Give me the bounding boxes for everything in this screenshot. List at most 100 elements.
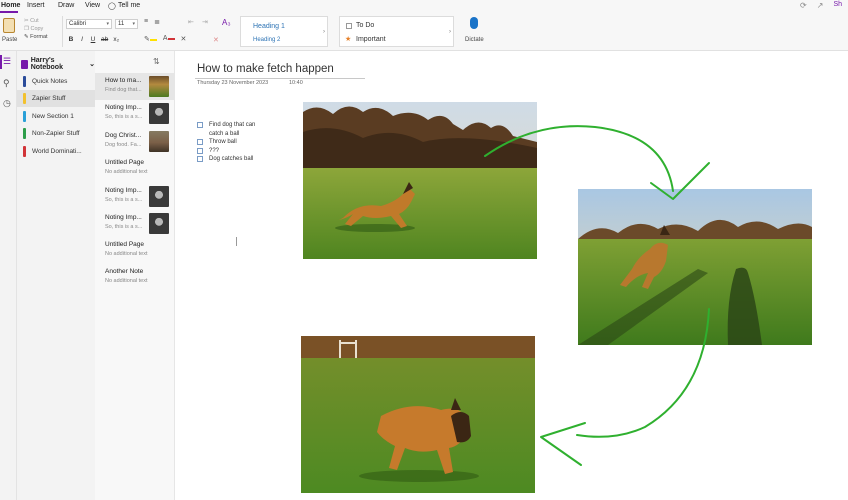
star-icon: ★ — [345, 36, 352, 43]
page-title-label: Untitled Page — [105, 241, 145, 248]
page-snippet: No additional text — [105, 169, 148, 175]
font-name-value: Calibri — [69, 21, 87, 27]
page-thumbnail — [149, 213, 169, 234]
todo-checkbox[interactable] — [197, 122, 203, 128]
checkbox-icon — [346, 23, 352, 29]
page-canvas[interactable]: How to make fetch happen Thursday 23 Nov… — [175, 51, 848, 500]
format-painter-button[interactable]: ✎ Format — [24, 33, 48, 41]
font-name-select[interactable]: Calibri ▾ — [66, 19, 112, 29]
numbered-list-icon[interactable]: ≣ — [154, 18, 160, 26]
sync-icon[interactable]: ⟳ — [800, 1, 807, 10]
todo-list: Find dog that can catch a ball Throw bal… — [197, 121, 255, 164]
section-zapier-stuff[interactable]: Zapier Stuff — [17, 90, 95, 107]
search-icon[interactable]: ⚲ — [3, 78, 10, 89]
section-color-tab — [23, 146, 26, 157]
tab-home[interactable]: Home — [1, 2, 20, 9]
page-item-noting-imp[interactable]: Noting Imp... So, this is a s... — [95, 210, 175, 237]
chevron-down-icon: ▾ — [106, 21, 109, 27]
menu-bar: Home Insert Draw View ◯ Tell me ⟳ ↗ Sh — [0, 0, 848, 13]
styles-icon[interactable]: A₃ — [222, 18, 231, 27]
page-snippet: So, this is a s... — [105, 224, 143, 230]
dog-running-closeup-photo[interactable] — [301, 336, 535, 493]
notebooks-icon[interactable]: ☰ — [3, 56, 11, 67]
outdent-icon[interactable]: ⇤ — [188, 18, 194, 26]
page-item-untitled[interactable]: Untitled Page No additional text — [95, 237, 175, 264]
page-item-how-to-make[interactable]: How to ma... Find dog that... — [95, 73, 175, 100]
section-color-tab — [23, 76, 26, 87]
font-color-icon[interactable]: A — [163, 35, 175, 43]
tag-to-do[interactable]: To Do — [356, 22, 374, 29]
copy-button[interactable]: ❐ Copy — [24, 25, 48, 33]
page-title[interactable]: How to make fetch happen — [197, 63, 334, 75]
page-item-dog-christ[interactable]: Dog Christ... Dog food. Fa... — [95, 128, 175, 155]
chevron-right-icon[interactable]: › — [449, 29, 451, 35]
page-thumbnail — [149, 103, 169, 124]
section-quick-notes[interactable]: Quick Notes — [17, 73, 95, 90]
share-button[interactable]: Sh — [833, 1, 842, 10]
cut-button[interactable]: ✂ Cut — [24, 17, 48, 25]
page-thumbnail — [149, 186, 169, 207]
notebook-name: Harry's Notebook — [30, 57, 63, 71]
clipboard-icon[interactable] — [3, 18, 15, 33]
fullscreen-icon[interactable]: ↗ — [817, 1, 824, 10]
page-snippet: Find dog that... — [105, 87, 142, 93]
tags-gallery[interactable]: To Do ★ Important › — [339, 16, 454, 47]
page-thumbnail — [149, 131, 169, 152]
section-color-tab — [23, 93, 26, 104]
strikethrough-button[interactable]: ab — [101, 36, 108, 43]
indent-icon[interactable]: ⇥ — [202, 18, 208, 26]
todo-item: Find dog that can — [197, 121, 255, 130]
dictate-button[interactable]: Dictate — [465, 37, 484, 43]
section-new-section-1[interactable]: New Section 1 — [17, 108, 95, 125]
tab-draw[interactable]: Draw — [58, 2, 74, 9]
section-world-domination[interactable]: World Dominati... — [17, 143, 95, 160]
paste-button[interactable]: Paste — [2, 37, 17, 43]
todo-checkbox[interactable] — [197, 156, 203, 162]
tab-view[interactable]: View — [85, 2, 100, 9]
page-item-noting-imp[interactable]: Noting Imp... So, this is a s... — [95, 100, 175, 127]
section-non-zapier-stuff[interactable]: Non-Zapier Stuff — [17, 125, 95, 142]
copy-label: Copy — [30, 26, 44, 32]
section-label: Zapier Stuff — [32, 95, 66, 102]
subscript-button[interactable]: x₂ — [113, 36, 119, 43]
divider — [62, 16, 63, 47]
tag-important[interactable]: Important — [356, 36, 386, 43]
section-label: Quick Notes — [32, 78, 68, 85]
page-item-noting-imp[interactable]: Noting Imp... So, this is a s... — [95, 183, 175, 210]
page-snippet: No additional text — [105, 251, 148, 257]
page-item-another-note[interactable]: Another Note No additional text — [95, 264, 175, 291]
page-item-untitled[interactable]: Untitled Page No additional text — [95, 155, 175, 182]
bullet-list-icon[interactable]: ≡ — [144, 18, 148, 26]
todo-text: Throw ball — [209, 139, 237, 145]
page-snippet: Dog food. Fa... — [105, 142, 142, 148]
clear-format-icon[interactable]: ✕ — [181, 35, 187, 43]
bold-button[interactable]: B — [68, 36, 74, 43]
font-size-select[interactable]: 11 ▾ — [115, 19, 138, 29]
sort-icon[interactable]: ⇅ — [153, 57, 160, 66]
chevron-down-icon: ▾ — [132, 21, 135, 27]
dog-running-photo[interactable] — [303, 102, 537, 259]
underline-button[interactable]: U — [90, 36, 96, 43]
todo-checkbox[interactable] — [197, 147, 203, 154]
tell-me-search[interactable]: Tell me — [118, 2, 140, 9]
recent-clock-icon[interactable]: ◷ — [3, 98, 11, 109]
todo-text: catch a ball — [209, 130, 240, 137]
styles-gallery[interactable]: Heading 1 Heading 2 › — [240, 16, 328, 47]
page-date: Thursday 23 November 2023 — [197, 80, 269, 86]
chevron-right-icon[interactable]: › — [323, 29, 325, 35]
microphone-icon[interactable] — [470, 17, 478, 29]
highlighter-icon[interactable]: ✎ — [144, 35, 157, 43]
todo-item-continuation: catch a ball — [197, 130, 255, 139]
dog-jumping-photo[interactable] — [578, 189, 812, 345]
style-heading-2[interactable]: Heading 2 — [253, 37, 280, 43]
tab-insert[interactable]: Insert — [27, 2, 45, 9]
style-heading-1[interactable]: Heading 1 — [253, 23, 285, 30]
page-title-label: Untitled Page — [105, 159, 145, 166]
page-time: 10:40 — [289, 80, 303, 86]
italic-button[interactable]: I — [79, 36, 85, 43]
notebook-switcher[interactable]: Harry's Notebook ⌄ — [21, 57, 95, 71]
page-thumbnail — [149, 76, 169, 97]
delete-icon[interactable]: ✕ — [213, 36, 219, 44]
section-label: New Section 1 — [32, 113, 74, 120]
todo-checkbox[interactable] — [197, 139, 203, 145]
